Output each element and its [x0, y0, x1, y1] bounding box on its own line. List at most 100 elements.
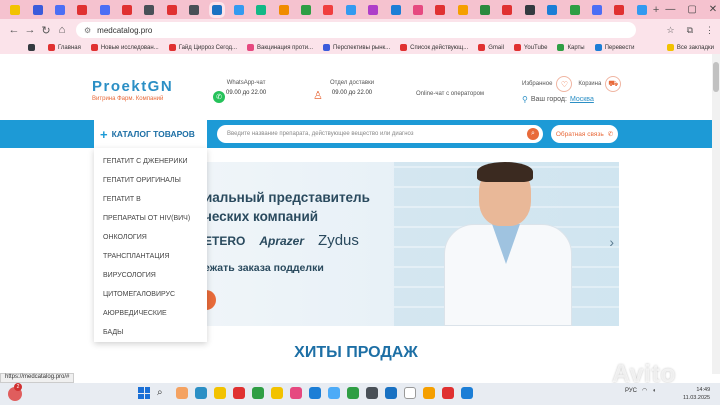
- bookmark-item[interactable]: Gmail: [478, 44, 504, 51]
- browser-tab[interactable]: [301, 4, 312, 15]
- browser-tab[interactable]: [77, 4, 88, 15]
- browser-tab[interactable]: [256, 4, 267, 15]
- browser-tab[interactable]: [368, 4, 379, 15]
- bookmark-item[interactable]: Гайд Цирроз Сегод...: [168, 44, 237, 51]
- catalog-menu-item[interactable]: ГЕПАТИТ В: [94, 190, 207, 209]
- app-icon[interactable]: [423, 387, 435, 399]
- browser-tab[interactable]: [166, 4, 177, 15]
- app-icon[interactable]: [442, 387, 454, 399]
- catalog-menu-item[interactable]: ЦИТОМЕГАЛОВИРУС: [94, 285, 207, 304]
- city-selector[interactable]: ⚲ Ваш город: Москва: [522, 95, 594, 104]
- browser-tab[interactable]: [32, 4, 43, 15]
- apps-icon[interactable]: [28, 44, 38, 51]
- edge-icon[interactable]: [195, 387, 207, 399]
- catalog-menu-item[interactable]: АЮРВЕДИЧЕСКИЕ: [94, 304, 207, 323]
- app-icon[interactable]: [404, 387, 416, 399]
- browser-tab[interactable]: [345, 4, 356, 15]
- heart-icon[interactable]: ♡: [556, 76, 573, 92]
- chrome-profile-icon[interactable]: [252, 387, 264, 399]
- scrollbar-thumb[interactable]: [713, 62, 719, 92]
- site-logo[interactable]: ProektGN Витрина Фарм. Компаний: [92, 78, 173, 102]
- bookmark-item[interactable]: Главная: [48, 44, 81, 51]
- browser-tab[interactable]: [614, 4, 625, 15]
- speaker-icon[interactable]: ◖: [652, 388, 656, 394]
- browser-tab[interactable]: [480, 4, 491, 15]
- chevron-right-icon[interactable]: ›: [609, 234, 614, 250]
- home-button[interactable]: ⌂: [54, 24, 70, 36]
- url-input[interactable]: ⚙ medcatalog.pro: [76, 22, 636, 38]
- minimize-button[interactable]: —: [665, 4, 675, 15]
- browser-tab[interactable]: [99, 4, 110, 15]
- app-icon[interactable]: [385, 387, 397, 399]
- browser-tab[interactable]: [54, 4, 65, 15]
- menu-icon[interactable]: ⋮: [705, 25, 714, 36]
- close-button[interactable]: ✕: [709, 4, 717, 15]
- browser-tab[interactable]: [323, 4, 334, 15]
- online-chat-link[interactable]: Online-чат с оператором: [416, 91, 484, 97]
- city-link[interactable]: Москва: [570, 96, 594, 103]
- browser-tab[interactable]: [435, 4, 446, 15]
- active-tab[interactable]: [208, 1, 225, 18]
- browser-tab[interactable]: [390, 4, 401, 15]
- browser-tab[interactable]: [636, 4, 647, 15]
- all-bookmarks-button[interactable]: Все закладки: [666, 44, 714, 51]
- wifi-icon[interactable]: ◠: [642, 387, 647, 394]
- catalog-menu-item[interactable]: БАДЫ: [94, 323, 207, 342]
- browser-tab[interactable]: [233, 4, 244, 15]
- browser-tab[interactable]: [278, 4, 289, 15]
- browser-tab[interactable]: [412, 4, 423, 15]
- reload-button[interactable]: ↻: [38, 24, 54, 37]
- catalog-menu-item[interactable]: ВИРУСОЛОГИЯ: [94, 266, 207, 285]
- page-scrollbar[interactable]: [712, 54, 720, 374]
- extensions-icon[interactable]: ⧉: [687, 25, 693, 36]
- browser-tab[interactable]: [144, 4, 155, 15]
- bookmark-item[interactable]: YouTube: [513, 44, 547, 51]
- catalog-menu-item[interactable]: ОНКОЛОГИЯ: [94, 228, 207, 247]
- bookmark-item[interactable]: Новые исследован...: [90, 44, 159, 51]
- app-icon[interactable]: [461, 387, 473, 399]
- browser-tab[interactable]: [189, 4, 200, 15]
- catalog-menu-item[interactable]: ПРЕПАРАТЫ ОТ HIV(ВИЧ): [94, 209, 207, 228]
- system-clock[interactable]: 14:49 11.03.2025: [683, 386, 710, 402]
- chrome-icon[interactable]: [214, 387, 226, 399]
- search-icon[interactable]: ⌕: [527, 128, 539, 140]
- app-icon[interactable]: [328, 387, 340, 399]
- file-explorer-icon[interactable]: [176, 387, 188, 399]
- bookmark-item[interactable]: Вакцинация проти...: [247, 44, 313, 51]
- whatsapp-contact[interactable]: WhatsApp-чат 09.00 до 22.00: [226, 80, 266, 96]
- browser-tab[interactable]: [569, 4, 580, 15]
- cart-icon[interactable]: ⛟: [605, 76, 622, 92]
- browser-tab[interactable]: [10, 4, 21, 15]
- windows-start-icon[interactable]: [138, 387, 150, 399]
- language-indicator[interactable]: РУС: [625, 388, 637, 394]
- drive-icon[interactable]: [347, 387, 359, 399]
- browser-tab[interactable]: [122, 4, 133, 15]
- forward-button[interactable]: →: [22, 24, 38, 36]
- whatsapp-icon[interactable]: ✆: [213, 91, 225, 103]
- site-info-icon[interactable]: ⚙: [84, 26, 91, 35]
- search-input[interactable]: Введите название препарата, действующее …: [217, 125, 543, 143]
- browser-tab[interactable]: [457, 4, 468, 15]
- new-tab-button[interactable]: +: [653, 4, 659, 16]
- delivery-contact[interactable]: Отдел доставки 09.00 до 22.00: [330, 80, 374, 96]
- browser-tab[interactable]: [591, 4, 602, 15]
- catalog-button[interactable]: + КАТАЛОГ ТОВАРОВ: [94, 120, 207, 148]
- catalog-menu-item[interactable]: ТРАНСПЛАНТАЦИЯ: [94, 247, 207, 266]
- maximize-button[interactable]: ▢: [687, 4, 696, 15]
- browser-tab[interactable]: [502, 4, 513, 15]
- chrome-profile-icon[interactable]: [290, 387, 302, 399]
- catalog-menu-item[interactable]: ГЕПАТИТ С ДЖЕНЕРИКИ: [94, 152, 207, 171]
- chrome-profile-icon[interactable]: [233, 387, 245, 399]
- bookmark-star-icon[interactable]: ☆: [666, 25, 674, 36]
- bookmark-item[interactable]: Перевести: [594, 44, 634, 51]
- telegram-icon[interactable]: [309, 387, 321, 399]
- chrome-profile-icon[interactable]: [271, 387, 283, 399]
- callback-button[interactable]: Обратная связь ✆: [551, 125, 618, 143]
- back-button[interactable]: ←: [6, 24, 22, 36]
- browser-tab[interactable]: [547, 4, 558, 15]
- bookmark-item[interactable]: Карты: [557, 44, 585, 51]
- catalog-menu-item[interactable]: ГЕПАТИТ ОРИГИНАЛЫ: [94, 171, 207, 190]
- app-icon[interactable]: [366, 387, 378, 399]
- bookmark-item[interactable]: Перспективы рынк...: [323, 44, 390, 51]
- browser-tab[interactable]: [524, 4, 535, 15]
